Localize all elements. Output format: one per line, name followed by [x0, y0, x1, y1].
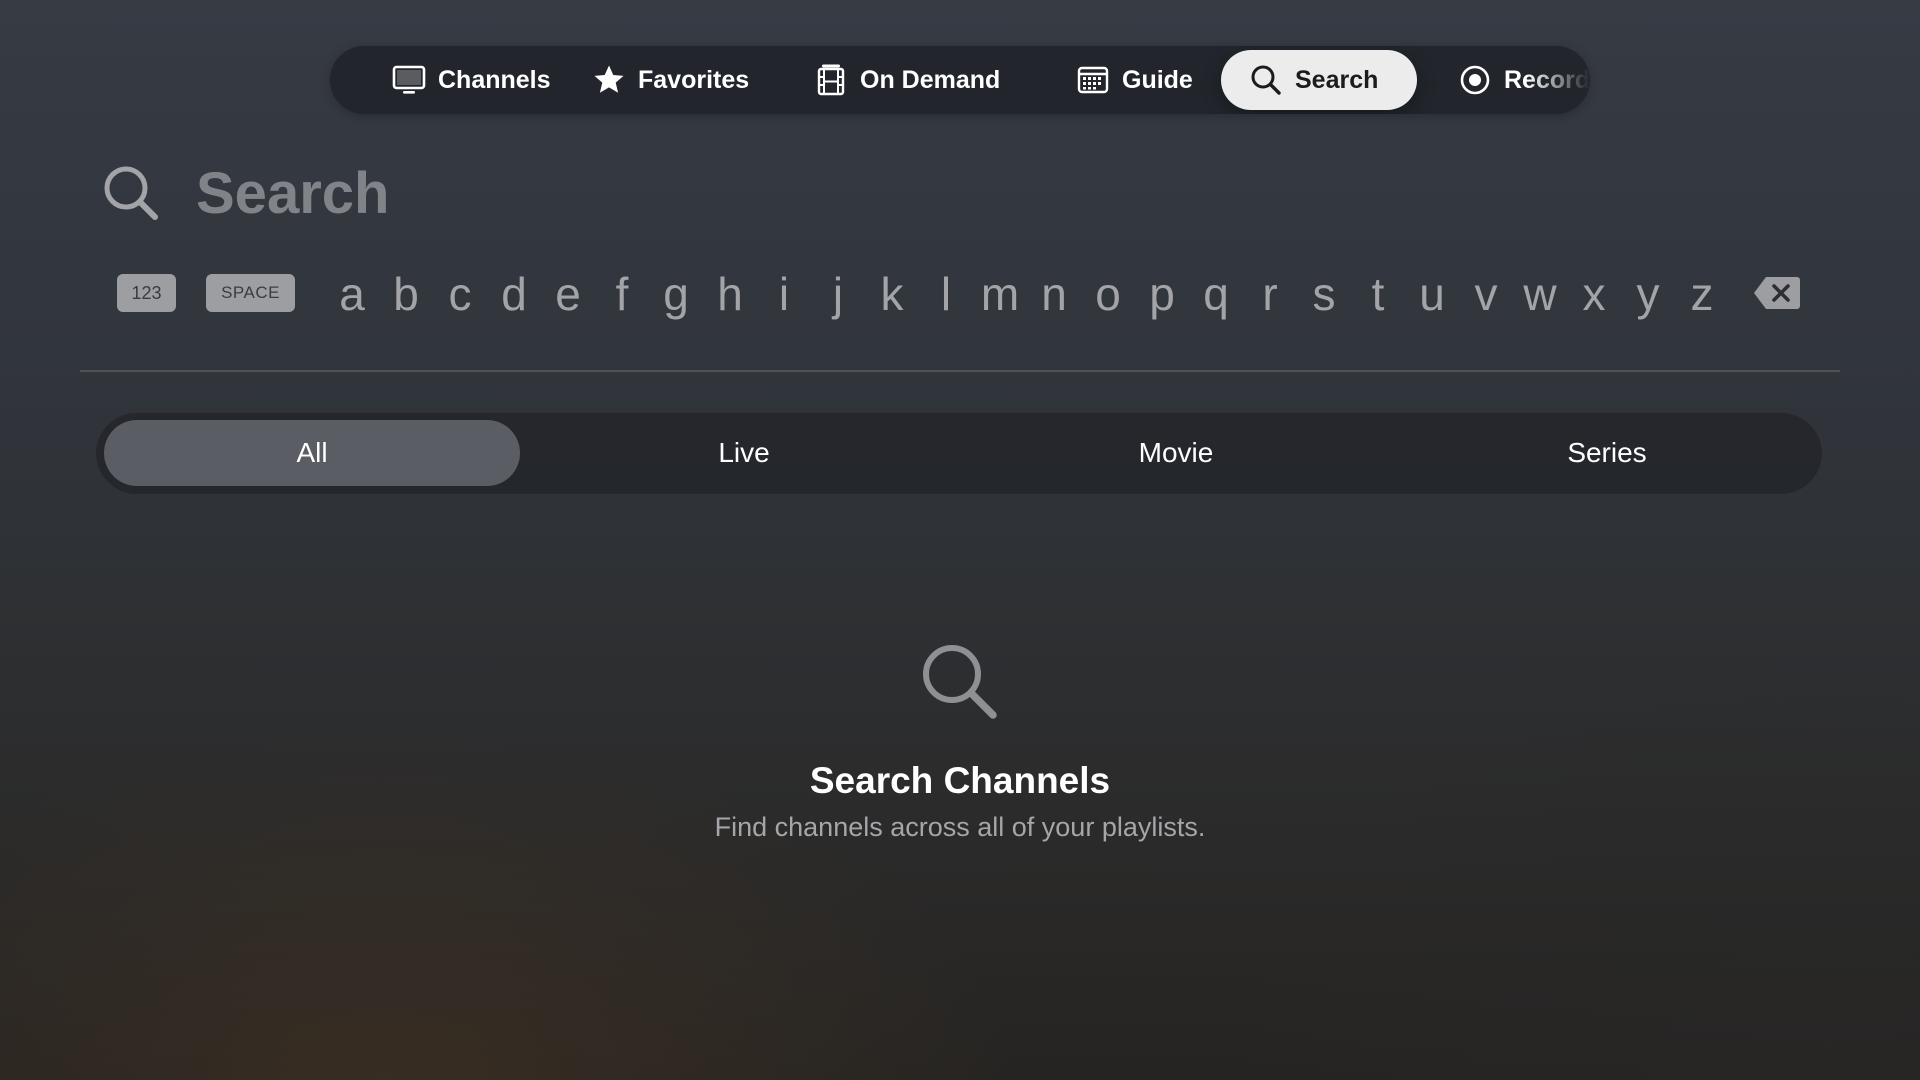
key-c[interactable]: c: [433, 268, 487, 320]
tab-on-demand[interactable]: On Demand: [786, 50, 1028, 110]
search-icon: [1251, 65, 1281, 95]
empty-state-title: Search Channels: [809, 760, 1111, 801]
key-d[interactable]: d: [487, 268, 541, 320]
tab-search-label: Search: [1295, 65, 1379, 94]
key-u[interactable]: u: [1405, 268, 1459, 320]
key-x[interactable]: x: [1567, 268, 1621, 320]
key-q[interactable]: q: [1189, 268, 1243, 320]
tab-recordings-label: Recordings: [1504, 65, 1590, 94]
filter-series[interactable]: Series: [1399, 420, 1815, 486]
star-icon: [594, 65, 624, 93]
key-a[interactable]: a: [325, 268, 379, 320]
tab-favorites-label: Favorites: [638, 65, 750, 94]
filter-live[interactable]: Live: [536, 420, 952, 486]
key-t[interactable]: t: [1351, 268, 1405, 320]
tab-channels-label: Channels: [438, 65, 551, 94]
delete-backward-icon[interactable]: [1752, 274, 1802, 312]
key-f[interactable]: f: [595, 268, 649, 320]
tab-search[interactable]: Search: [1221, 50, 1417, 110]
key-p[interactable]: p: [1135, 268, 1189, 320]
tv-icon: [392, 65, 426, 94]
key-m[interactable]: m: [973, 268, 1027, 320]
tab-guide[interactable]: Guide: [1048, 50, 1221, 110]
top-tab-bar: Channels Favorites On Demand Guide Searc…: [330, 46, 1590, 114]
key-b[interactable]: b: [379, 268, 433, 320]
search-icon: [923, 645, 997, 719]
filter-movie[interactable]: Movie: [968, 420, 1384, 486]
key-z[interactable]: z: [1675, 268, 1729, 320]
key-o[interactable]: o: [1081, 268, 1135, 320]
key-y[interactable]: y: [1621, 268, 1675, 320]
film-icon: [817, 64, 845, 96]
tab-guide-label: Guide: [1122, 65, 1193, 94]
key-v[interactable]: v: [1459, 268, 1513, 320]
empty-state: Search Channels Find channels across all…: [0, 640, 1920, 843]
search-input[interactable]: [196, 159, 896, 227]
tab-favorites[interactable]: Favorites: [564, 50, 777, 110]
key-s[interactable]: s: [1297, 268, 1351, 320]
space-key[interactable]: SPACE: [206, 274, 295, 312]
on-screen-keyboard: 123 SPACE abcdefghijklmnopqrstuvwxyz: [0, 268, 1920, 320]
divider: [80, 370, 1840, 372]
search-icon: [104, 166, 158, 220]
search-field[interactable]: [100, 158, 896, 228]
filter-all[interactable]: All: [104, 420, 520, 486]
key-n[interactable]: n: [1027, 268, 1081, 320]
key-r[interactable]: r: [1243, 268, 1297, 320]
key-w[interactable]: w: [1513, 268, 1567, 320]
key-j[interactable]: j: [811, 268, 865, 320]
numbers-key[interactable]: 123: [117, 274, 176, 312]
key-e[interactable]: e: [541, 268, 595, 320]
tab-recordings[interactable]: Recordings: [1430, 50, 1590, 110]
key-g[interactable]: g: [649, 268, 703, 320]
tab-on-demand-label: On Demand: [860, 65, 1001, 94]
key-i[interactable]: i: [757, 268, 811, 320]
filter-segmented-control: All Live Movie Series: [96, 412, 1822, 494]
tab-channels[interactable]: Channels: [364, 50, 579, 110]
key-k[interactable]: k: [865, 268, 919, 320]
calendar-grid-icon: [1077, 66, 1109, 94]
key-l[interactable]: l: [919, 268, 973, 320]
key-h[interactable]: h: [703, 268, 757, 320]
record-icon: [1460, 65, 1490, 95]
empty-state-subtitle: Find channels across all of your playlis…: [714, 812, 1206, 842]
